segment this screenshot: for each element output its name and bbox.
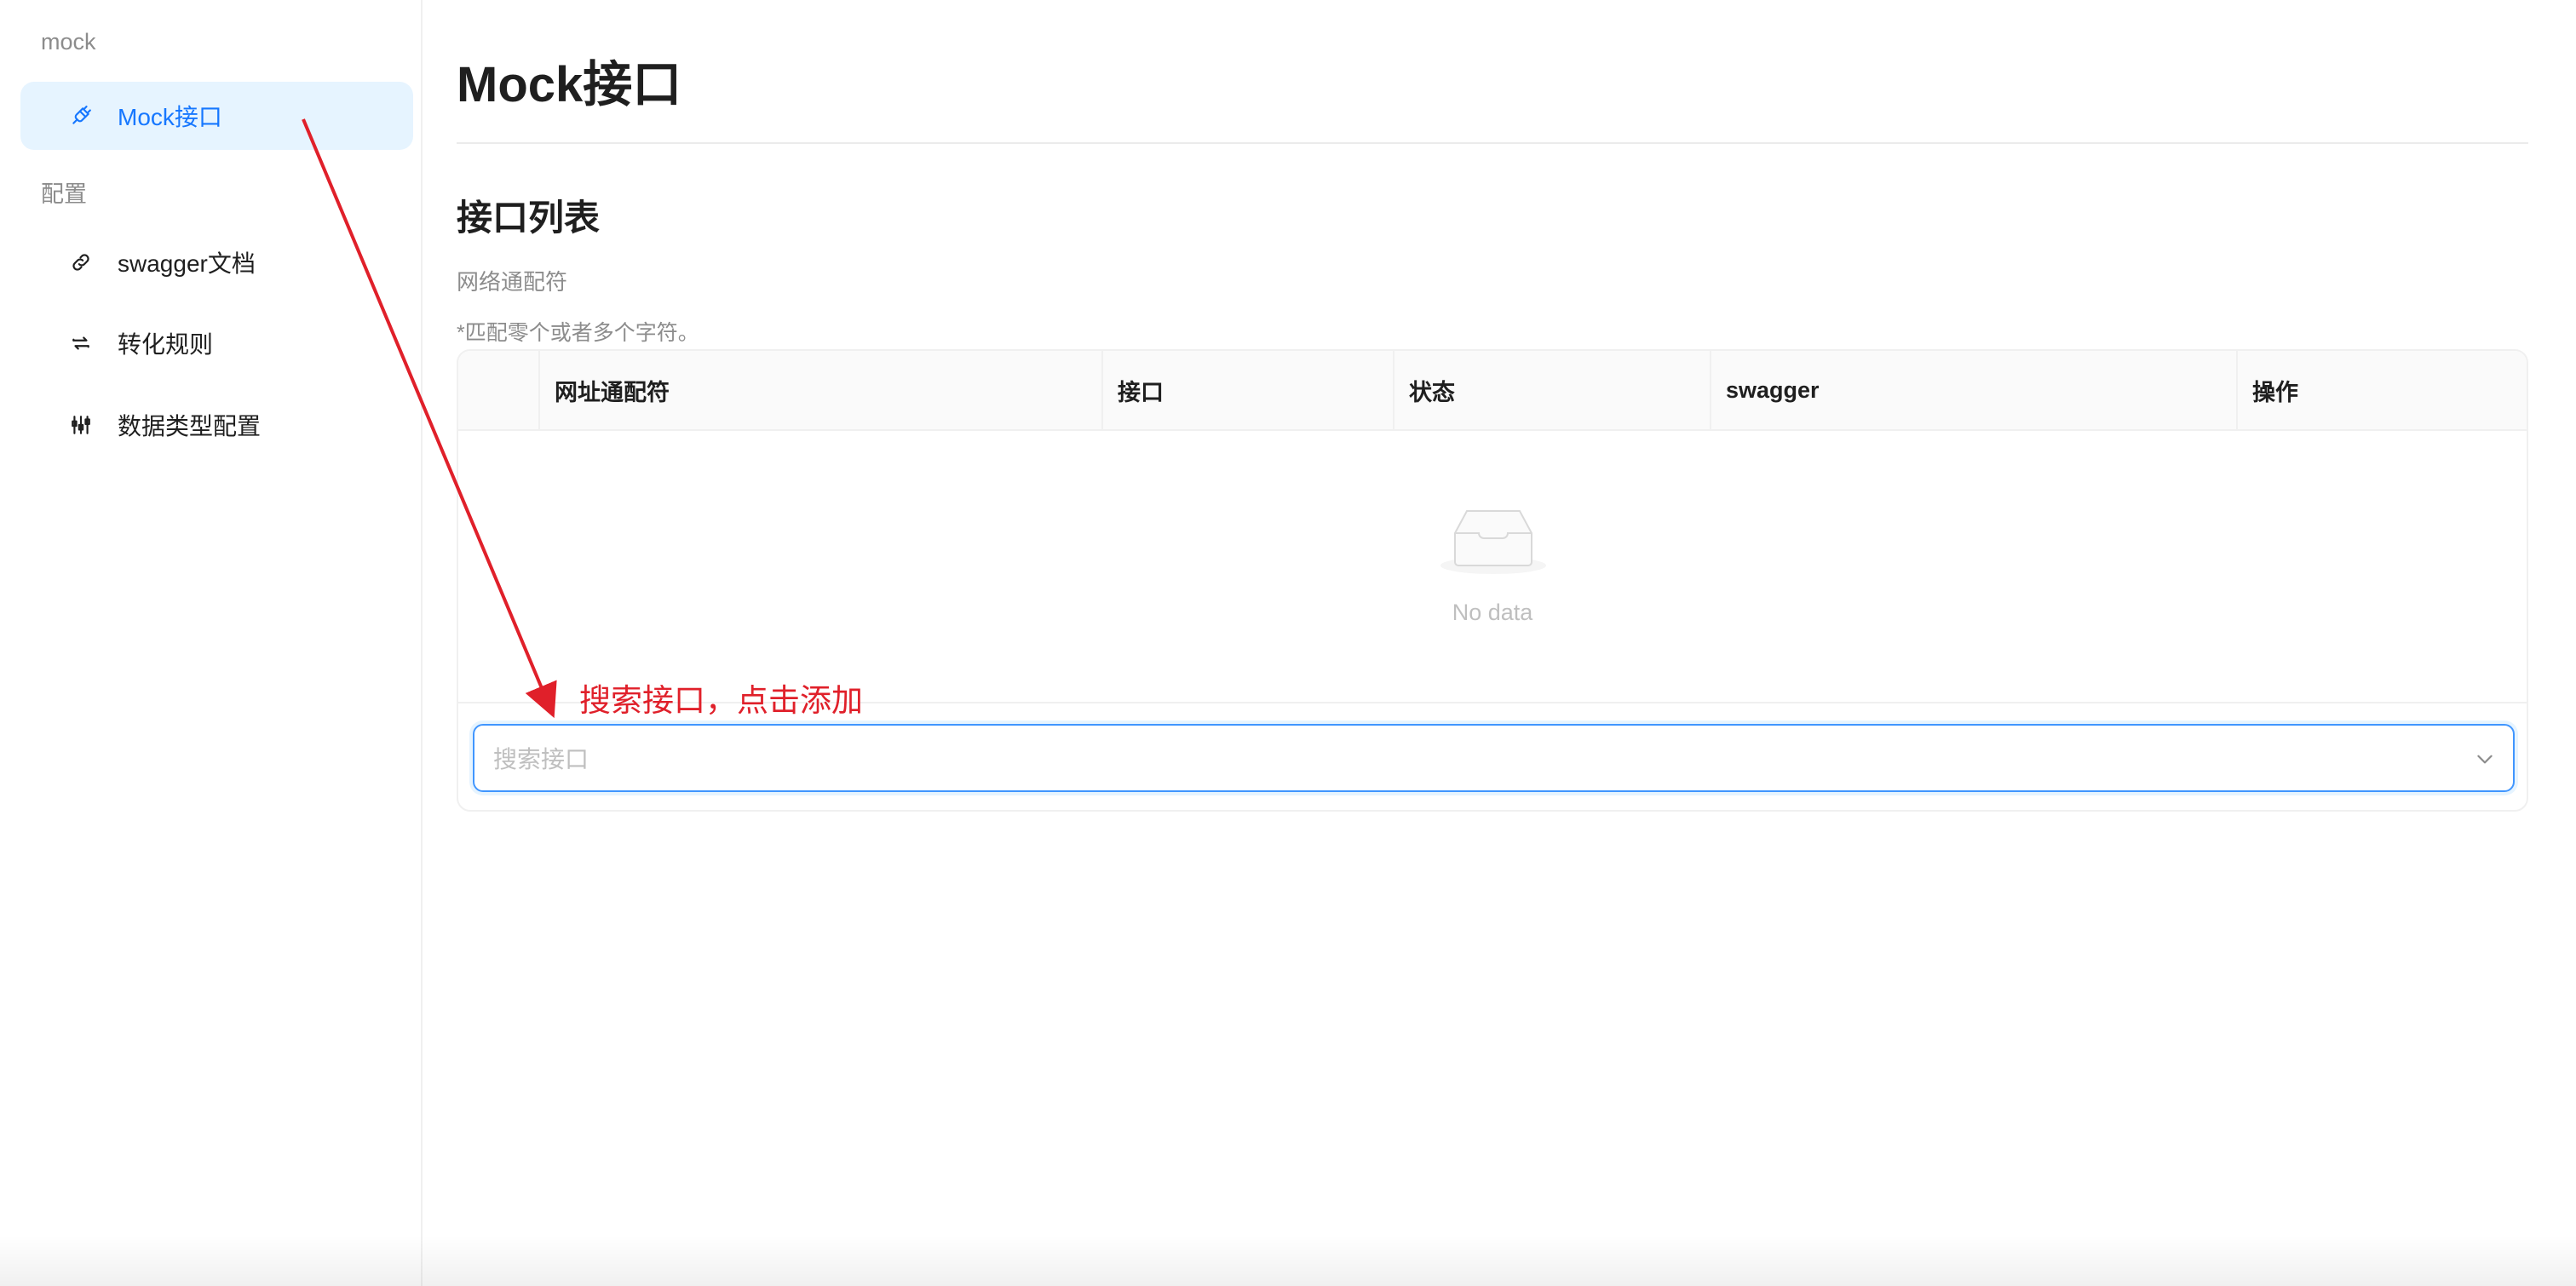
wildcard-hint: *匹配零个或者多个字符。 bbox=[457, 321, 699, 345]
sidebar-item-conversion-rules[interactable]: 转化规则 bbox=[20, 309, 413, 377]
sidebar-item-label: 转化规则 bbox=[118, 331, 214, 358]
section-title: 接口列表 bbox=[457, 198, 601, 238]
chevron-down-icon[interactable] bbox=[2474, 748, 2496, 770]
sliders-icon bbox=[66, 410, 95, 439]
sidebar-item-label: swagger文档 bbox=[118, 250, 256, 277]
column-header-swagger[interactable]: swagger bbox=[1711, 351, 1820, 429]
app-window: mock Mock接口 配置 swagger文档 转化规则 数据类型配置 Moc… bbox=[0, 0, 2576, 1286]
divider bbox=[457, 142, 2528, 144]
sidebar-item-mock-api[interactable]: Mock接口 bbox=[20, 82, 413, 150]
sidebar-item-swagger-docs[interactable]: swagger文档 bbox=[20, 228, 413, 296]
sidebar-item-label: 数据类型配置 bbox=[118, 413, 262, 439]
api-table: 网址通配符 接口 状态 swagger 操作 No data 搜索接口 bbox=[457, 349, 2528, 812]
table-empty-state: No data bbox=[458, 431, 2527, 702]
empty-inbox-icon bbox=[1440, 510, 1546, 574]
empty-text: No data bbox=[1452, 600, 1533, 625]
page-title: Mock接口 bbox=[457, 57, 682, 112]
sidebar: mock Mock接口 配置 swagger文档 转化规则 数据类型配置 bbox=[0, 0, 423, 1286]
api-icon bbox=[66, 101, 95, 130]
column-header-api[interactable]: 接口 bbox=[1102, 351, 1164, 429]
sidebar-item-data-type-config[interactable]: 数据类型配置 bbox=[20, 391, 413, 459]
sidebar-group-title-mock: mock bbox=[41, 29, 96, 55]
column-header-status[interactable]: 状态 bbox=[1394, 351, 1455, 429]
link-icon bbox=[66, 248, 95, 277]
field-label: 网络通配符 bbox=[457, 269, 568, 295]
table-header: 网址通配符 接口 状态 swagger 操作 bbox=[458, 351, 2527, 431]
search-api-select[interactable]: 搜索接口 bbox=[473, 724, 2515, 792]
annotation-text: 搜索接口，点击添加 bbox=[579, 683, 863, 718]
swap-icon bbox=[66, 329, 95, 358]
column-header-url-wildcard[interactable]: 网址通配符 bbox=[539, 351, 670, 429]
sidebar-group-title-config: 配置 bbox=[41, 181, 87, 207]
search-api-placeholder: 搜索接口 bbox=[493, 746, 589, 772]
sidebar-item-label: Mock接口 bbox=[118, 104, 222, 130]
column-header-actions[interactable]: 操作 bbox=[2237, 351, 2298, 429]
bottom-shadow bbox=[0, 1235, 2576, 1286]
